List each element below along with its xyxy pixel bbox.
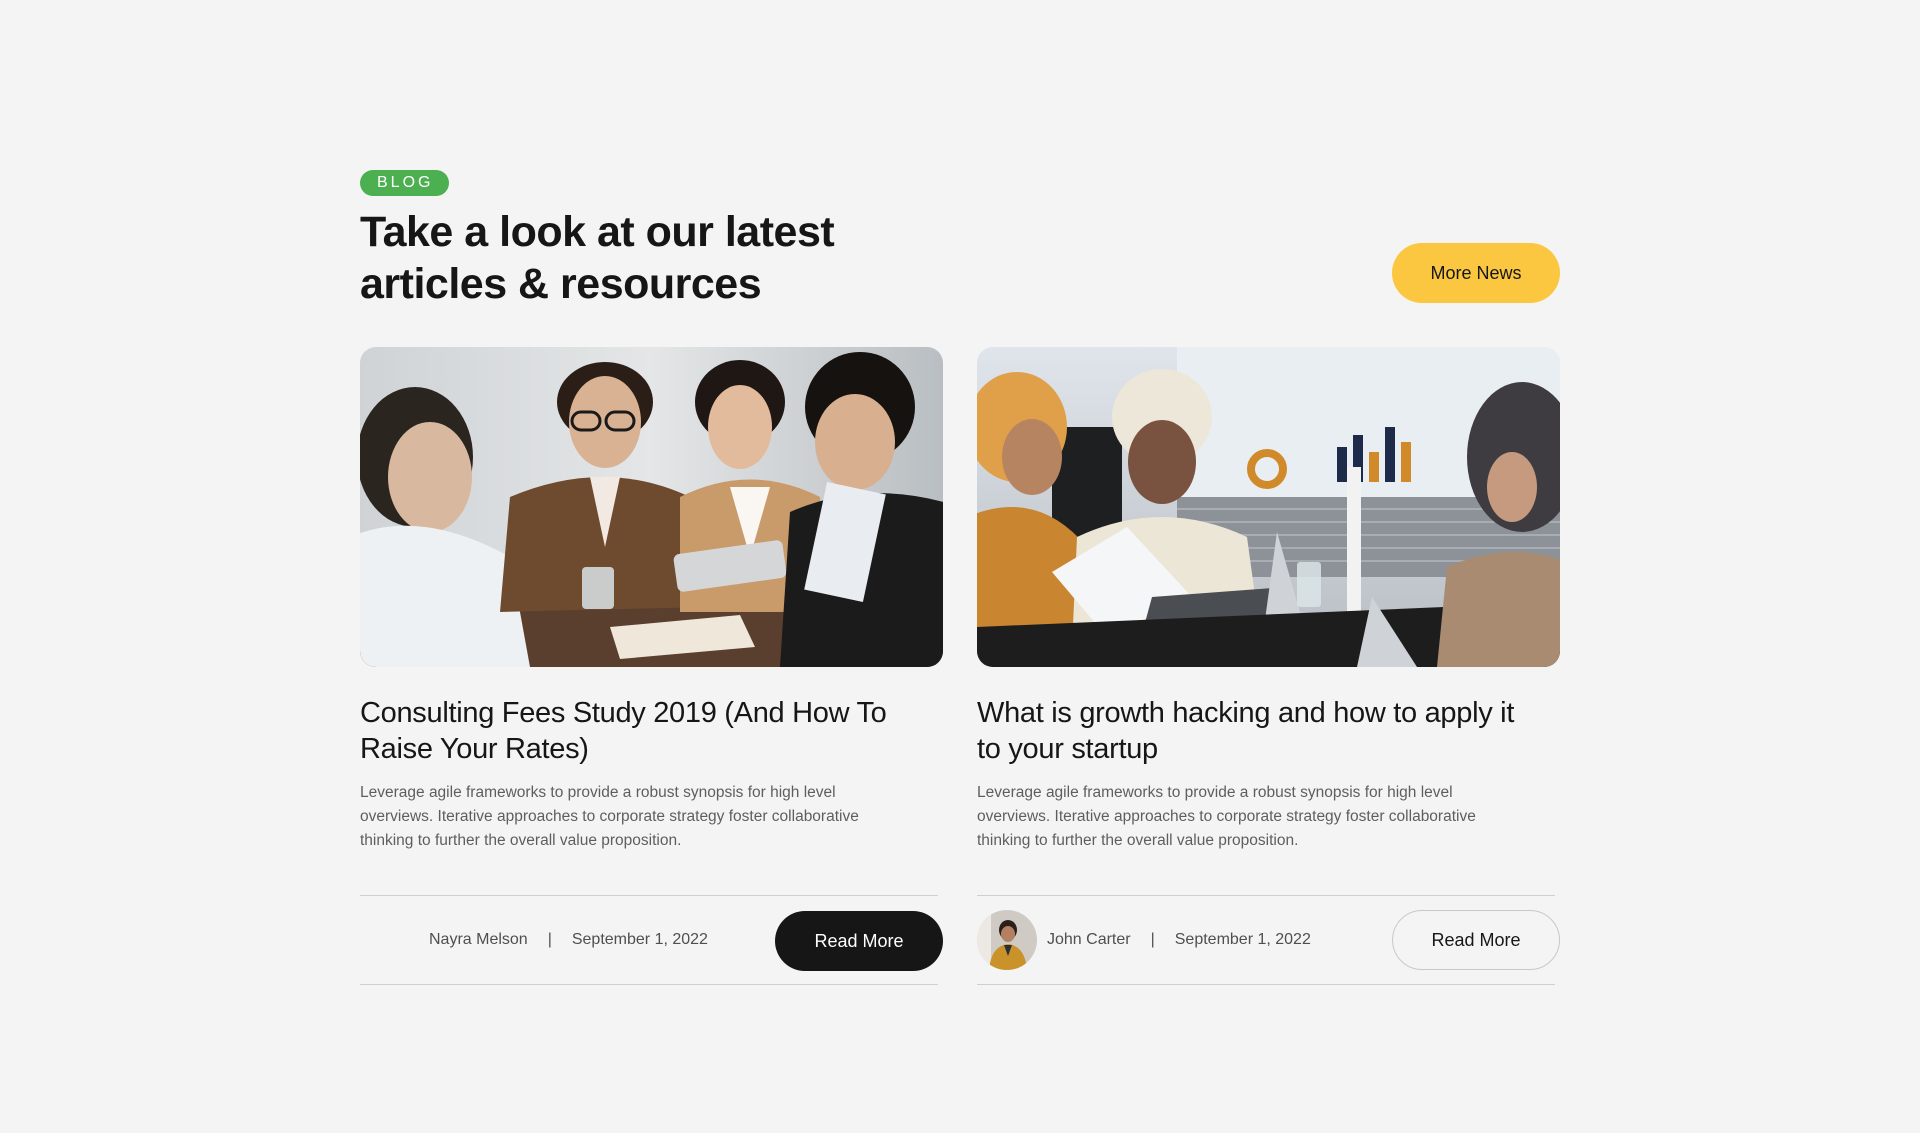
avatar-photo xyxy=(977,910,1037,970)
article-excerpt: Leverage agile frameworks to provide a r… xyxy=(977,784,1476,849)
read-more-button[interactable]: Read More xyxy=(775,911,943,971)
office-meeting-photo xyxy=(977,347,1560,667)
page-title-line-2: articles & resources xyxy=(360,260,762,308)
page-title-line-1: Take a look at our latest xyxy=(360,208,835,256)
article-title[interactable]: Consulting Fees Study 2019 (And How To R… xyxy=(360,695,943,767)
article-card: What is growth hacking and how to apply … xyxy=(977,347,1560,985)
article-excerpt: Leverage agile frameworks to provide a r… xyxy=(360,784,859,849)
article-card: Consulting Fees Study 2019 (And How To R… xyxy=(360,347,943,985)
author-name: John Carter xyxy=(1047,931,1131,948)
page-title: Take a look at our latest articles & res… xyxy=(360,206,980,310)
article-title-line-2: Raise Your Rates) xyxy=(360,733,589,765)
article-meta: Nayra Melson | September 1, 2022 xyxy=(429,896,708,984)
article-image[interactable] xyxy=(977,347,1560,667)
article-title[interactable]: What is growth hacking and how to apply … xyxy=(977,695,1560,767)
meta-separator: | xyxy=(547,931,552,948)
more-news-button[interactable]: More News xyxy=(1392,243,1560,303)
article-image[interactable] xyxy=(360,347,943,667)
article-title-line-2: to your startup xyxy=(977,733,1158,765)
author-name: Nayra Melson xyxy=(429,931,528,948)
article-title-line-1: Consulting Fees Study 2019 (And How To xyxy=(360,697,887,729)
meeting-photo xyxy=(360,347,943,667)
article-title-line-1: What is growth hacking and how to apply … xyxy=(977,697,1515,729)
article-cards: Consulting Fees Study 2019 (And How To R… xyxy=(360,347,1560,985)
read-more-button[interactable]: Read More xyxy=(1392,910,1560,970)
article-meta: John Carter | September 1, 2022 xyxy=(977,896,1311,984)
author-avatar xyxy=(977,910,1037,970)
blog-section: BLOG Take a look at our latest articles … xyxy=(360,170,1560,985)
article-footer: John Carter | September 1, 2022 Read Mor… xyxy=(977,895,1560,985)
article-date: September 1, 2022 xyxy=(1174,931,1311,948)
article-date: September 1, 2022 xyxy=(571,931,708,948)
meta-separator: | xyxy=(1150,931,1155,948)
article-footer: Nayra Melson | September 1, 2022 Read Mo… xyxy=(360,895,943,985)
heading-row: Take a look at our latest articles & res… xyxy=(360,206,1560,316)
blog-badge: BLOG xyxy=(360,170,450,196)
